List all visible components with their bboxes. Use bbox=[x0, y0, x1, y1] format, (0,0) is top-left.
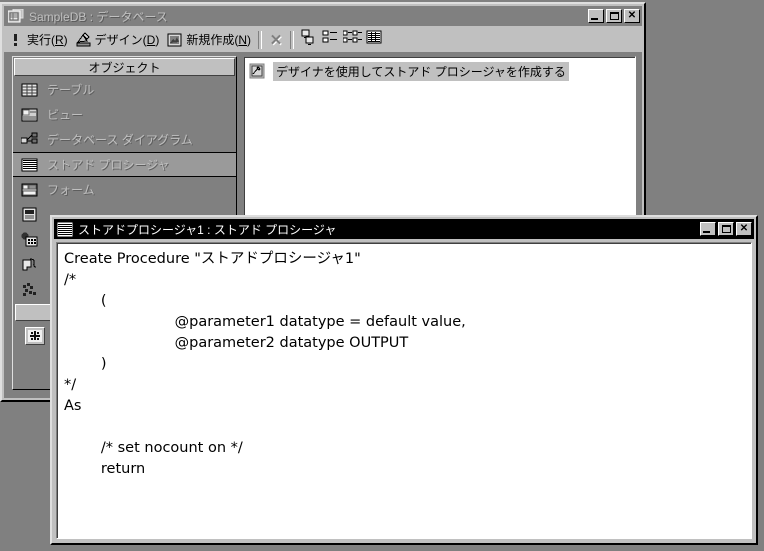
stored-procedure-editor-client[interactable]: Create Procedure "ストアドプロシージャ1" /* ( @par… bbox=[56, 242, 752, 539]
minimize-button[interactable] bbox=[700, 222, 716, 236]
sidebar-item-stored-procedures[interactable]: ストアド プロシージャ bbox=[13, 152, 236, 177]
minimize-button[interactable] bbox=[588, 9, 604, 23]
small-icons-view-icon bbox=[322, 29, 339, 50]
close-button[interactable]: ✕ bbox=[624, 9, 640, 23]
macro-icon bbox=[21, 257, 38, 273]
module-icon bbox=[21, 282, 38, 298]
table-icon bbox=[21, 82, 38, 98]
desktop: SampleDB : データベース ✕ 実行(R) デザイン(D) 新規作成(N… bbox=[0, 0, 764, 551]
sql-code-text[interactable]: Create Procedure "ストアドプロシージャ1" /* ( @par… bbox=[64, 249, 745, 480]
new-object-icon bbox=[167, 32, 183, 48]
toolbar-separator-1 bbox=[258, 30, 263, 49]
stored-procedure-editor-titlebar[interactable]: ストアドプロシージャ1 : ストアド プロシージャ ✕ bbox=[54, 219, 754, 239]
delete-x-icon: ✕ bbox=[269, 31, 283, 49]
run-exclamation-icon bbox=[8, 32, 24, 48]
stored-procedure-editor-window[interactable]: ストアドプロシージャ1 : ストアド プロシージャ ✕ Create Proce… bbox=[50, 215, 758, 545]
stored-procedure-icon bbox=[56, 221, 74, 237]
stored-procedure-editor-title: ストアドプロシージャ1 : ストアド プロシージャ bbox=[78, 222, 337, 237]
database-window-titlebar[interactable]: SampleDB : データベース ✕ bbox=[4, 6, 642, 26]
toolbar-run-button[interactable]: 実行(R) bbox=[4, 29, 72, 51]
sidebar-item-label: フォーム bbox=[47, 183, 95, 197]
stored-procedure-icon bbox=[21, 157, 38, 173]
view-icon bbox=[21, 107, 38, 123]
sidebar-item-label: テーブル bbox=[47, 83, 95, 97]
database-toolbar[interactable]: 実行(R) デザイン(D) 新規作成(N) ✕ bbox=[4, 27, 642, 52]
favorites-icon[interactable] bbox=[25, 327, 45, 345]
sidebar-item-forms[interactable]: フォーム bbox=[13, 177, 236, 202]
details-view-icon bbox=[366, 30, 382, 49]
close-icon: ✕ bbox=[739, 223, 749, 234]
toolbar-design-button[interactable]: デザイン(D) bbox=[72, 29, 164, 51]
sidebar-item-tables[interactable]: テーブル bbox=[13, 77, 236, 102]
database-window-icon bbox=[7, 8, 24, 23]
toolbar-view-list-button[interactable] bbox=[341, 29, 363, 51]
database-diagram-icon bbox=[20, 132, 38, 148]
large-icons-view-icon bbox=[300, 29, 317, 50]
design-icon bbox=[76, 31, 92, 48]
form-icon bbox=[21, 182, 38, 198]
sidebar-item-label: ストアド プロシージャ bbox=[47, 158, 170, 172]
create-with-designer-icon bbox=[249, 63, 265, 79]
page-icon bbox=[21, 232, 38, 248]
list-view-icon bbox=[342, 29, 362, 50]
database-window-title: SampleDB : データベース bbox=[29, 9, 168, 24]
toolbar-view-small-icons-button[interactable] bbox=[319, 29, 341, 51]
sidebar-item-label: データベース ダイアグラム bbox=[47, 133, 193, 147]
toolbar-new-button[interactable]: 新規作成(N) bbox=[163, 29, 255, 51]
database-window-controls[interactable]: ✕ bbox=[588, 9, 642, 23]
toolbar-separator-2 bbox=[290, 30, 295, 49]
toolbar-view-large-icons-button[interactable] bbox=[297, 29, 319, 51]
sidebar-item-label: ビュー bbox=[47, 108, 84, 122]
list-item-label: デザイナを使用してストアド プロシージャを作成する bbox=[273, 61, 569, 81]
objects-sidebar-header: オブジェクト bbox=[14, 58, 235, 76]
toolbar-view-details-button[interactable] bbox=[363, 29, 385, 51]
sidebar-item-database-diagrams[interactable]: データベース ダイアグラム bbox=[13, 127, 236, 152]
close-icon: ✕ bbox=[627, 10, 637, 21]
maximize-button[interactable] bbox=[606, 9, 622, 23]
stored-procedure-editor-controls[interactable]: ✕ bbox=[700, 222, 754, 236]
list-item[interactable]: デザイナを使用してストアド プロシージャを作成する bbox=[249, 61, 631, 81]
toolbar-design-label: デザイン(D) bbox=[94, 33, 160, 47]
close-button[interactable]: ✕ bbox=[736, 222, 752, 236]
sidebar-item-views[interactable]: ビュー bbox=[13, 102, 236, 127]
maximize-button[interactable] bbox=[718, 222, 734, 236]
report-icon bbox=[21, 207, 38, 223]
toolbar-delete-button[interactable]: ✕ bbox=[265, 29, 287, 51]
toolbar-run-label: 実行(R) bbox=[27, 33, 68, 47]
toolbar-new-label: 新規作成(N) bbox=[186, 33, 252, 47]
sql-code-editor[interactable]: Create Procedure "ストアドプロシージャ1" /* ( @par… bbox=[57, 243, 751, 538]
